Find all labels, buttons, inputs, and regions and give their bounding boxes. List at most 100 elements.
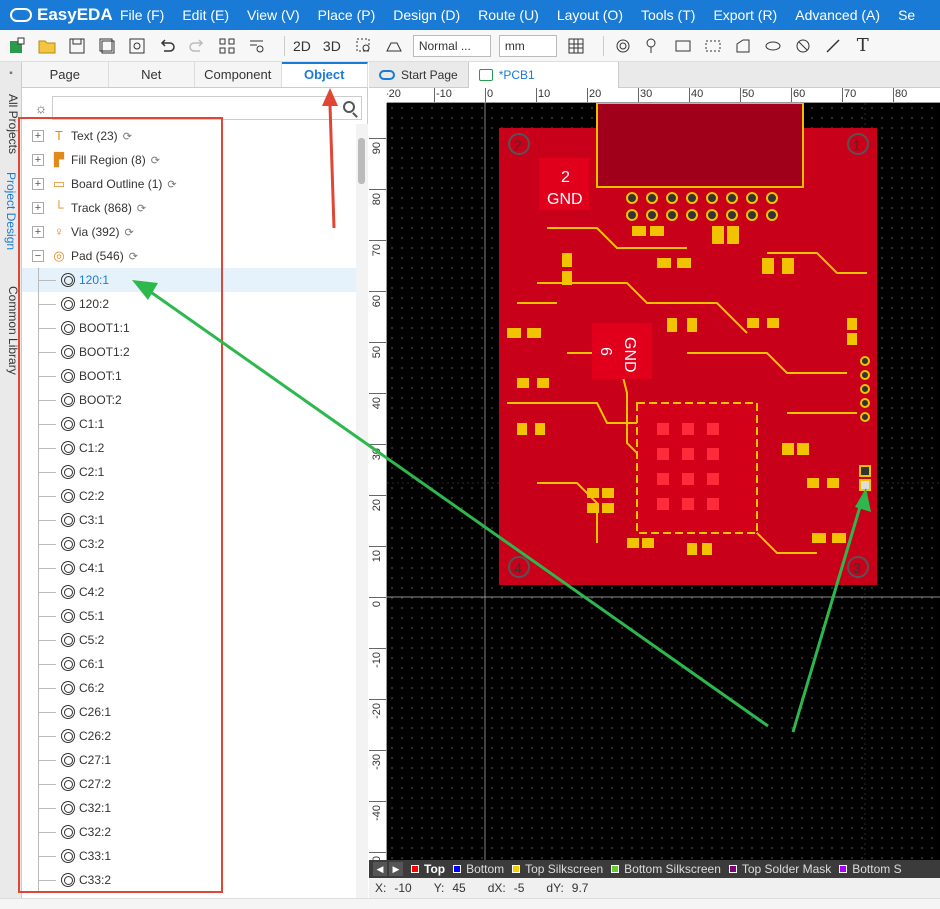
side-tab-common-library[interactable]: Common Library [2, 286, 20, 375]
menu-place[interactable]: Place (P) [318, 7, 376, 23]
view-3d-button[interactable]: 3D [323, 38, 341, 54]
menu-edit[interactable]: Edit (E) [182, 7, 229, 23]
tree-pad-item[interactable]: C2:1 [22, 460, 356, 484]
layer-item[interactable]: Top [411, 862, 445, 876]
select-area-icon[interactable] [702, 35, 724, 57]
save-icon[interactable] [66, 35, 88, 57]
tree-pad-item[interactable]: C33:1 [22, 844, 356, 868]
scrollbar-thumb[interactable] [358, 138, 365, 184]
menu-view[interactable]: View (V) [247, 7, 300, 23]
text-tool-icon[interactable]: T [852, 35, 874, 57]
search-list-icon[interactable] [246, 35, 268, 57]
tree-pad-item[interactable]: C1:1 [22, 412, 356, 436]
tree-pad-item[interactable]: C26:1 [22, 700, 356, 724]
layer-item[interactable]: Bottom S [839, 862, 902, 876]
tree-pad-item[interactable]: C32:1 [22, 796, 356, 820]
tree-pad-item[interactable]: C5:2 [22, 628, 356, 652]
layer-prev-button[interactable]: ◀ [373, 862, 387, 876]
tab-object[interactable]: Object [281, 62, 368, 87]
expand-toggle-icon[interactable]: − [32, 250, 44, 262]
tree-pad-item[interactable]: BOOT1:1 [22, 316, 356, 340]
expand-toggle-icon[interactable]: + [32, 226, 44, 238]
tree-category[interactable]: − ◎ Pad (546) ⟳ [22, 244, 356, 268]
tree-scrollbar[interactable] [356, 124, 368, 909]
layer-item[interactable]: Bottom [453, 862, 504, 876]
expand-toggle-icon[interactable]: + [32, 130, 44, 142]
view-2d-button[interactable]: 2D [293, 38, 311, 54]
lightbulb-icon[interactable]: ☼ [30, 100, 52, 116]
tab-start-page[interactable]: Start Page [369, 62, 469, 88]
layer-item[interactable]: Top Solder Mask [728, 862, 831, 876]
new-icon[interactable] [6, 35, 28, 57]
grid-icon[interactable] [565, 35, 587, 57]
menu-file[interactable]: File (F) [120, 7, 164, 23]
menu-route[interactable]: Route (U) [478, 7, 539, 23]
search-icon[interactable] [343, 101, 355, 113]
refresh-icon[interactable]: ⟳ [129, 250, 138, 263]
tree-pad-item[interactable]: C27:1 [22, 748, 356, 772]
tree-pad-item[interactable]: C33:2 [22, 868, 356, 892]
tree-pad-item[interactable]: C5:1 [22, 604, 356, 628]
tree-pad-item[interactable]: C26:2 [22, 724, 356, 748]
menu-design[interactable]: Design (D) [393, 7, 460, 23]
menu-advanced[interactable]: Advanced (A) [795, 7, 880, 23]
side-tab-all-projects[interactable]: All Projects [2, 94, 20, 154]
via-tool-icon[interactable] [642, 35, 664, 57]
tab-pcb1[interactable]: *PCB1 [468, 62, 619, 88]
tree-pad-item[interactable]: BOOT1:2 [22, 340, 356, 364]
pin-icon[interactable]: ▪ [2, 68, 20, 84]
tree-pad-item[interactable]: C6:1 [22, 652, 356, 676]
pcb-canvas[interactable]: 2 1 4 3 2 GND GND 6 [387, 103, 940, 860]
zoom-select-icon[interactable] [353, 35, 375, 57]
tree-pad-item[interactable]: BOOT:1 [22, 364, 356, 388]
object-search-input[interactable] [52, 96, 362, 120]
side-tab-project-design[interactable]: Project Design [2, 172, 20, 251]
menu-layout[interactable]: Layout (O) [557, 7, 623, 23]
tree-pad-item[interactable]: C4:1 [22, 556, 356, 580]
refresh-icon[interactable]: ⟳ [151, 154, 160, 167]
pad-tool-icon[interactable] [612, 35, 634, 57]
tab-page[interactable]: Page [22, 62, 109, 87]
photo-view-icon[interactable] [383, 35, 405, 57]
refresh-icon[interactable]: ⟳ [124, 226, 133, 239]
open-folder-icon[interactable] [36, 35, 58, 57]
easyeda-logo[interactable]: EasyEDA [0, 5, 120, 25]
tree-pad-item[interactable]: C32:2 [22, 820, 356, 844]
pcb-board[interactable]: 2 1 4 3 2 GND GND 6 [387, 103, 940, 860]
line-style-select[interactable]: Normal ... [412, 34, 491, 57]
tree-pad-item[interactable]: C3:2 [22, 532, 356, 556]
component-tool-icon[interactable] [672, 35, 694, 57]
polygon-tool-icon[interactable] [732, 35, 754, 57]
tree-category[interactable]: + ▛ Fill Region (8) ⟳ [22, 148, 356, 172]
document-settings-icon[interactable] [126, 35, 148, 57]
expand-toggle-icon[interactable]: + [32, 154, 44, 166]
refresh-icon[interactable]: ⟳ [123, 130, 132, 143]
undo-icon[interactable] [156, 35, 178, 57]
no-connect-icon[interactable] [792, 35, 814, 57]
expand-toggle-icon[interactable]: + [32, 202, 44, 214]
tree-pad-item[interactable]: BOOT:2 [22, 388, 356, 412]
line-tool-icon[interactable] [822, 35, 844, 57]
refresh-icon[interactable]: ⟳ [137, 202, 146, 215]
tree-category[interactable]: + └ Track (868) ⟳ [22, 196, 356, 220]
layer-next-button[interactable]: ▶ [389, 862, 403, 876]
tree-pad-item[interactable]: C27:2 [22, 772, 356, 796]
refresh-icon[interactable]: ⟳ [167, 178, 176, 191]
expand-toggle-icon[interactable]: + [32, 178, 44, 190]
tree-pad-item[interactable]: C4:2 [22, 580, 356, 604]
tree-pad-item[interactable]: 120:1 [22, 268, 356, 292]
tab-net[interactable]: Net [109, 62, 195, 87]
tab-component[interactable]: Component [195, 62, 282, 87]
save-all-icon[interactable] [96, 35, 118, 57]
tree-pad-item[interactable]: C2:2 [22, 484, 356, 508]
unit-select[interactable]: mm [498, 34, 557, 57]
layer-item[interactable]: Bottom Silkscreen [611, 862, 721, 876]
tree-category[interactable]: + T Text (23) ⟳ [22, 124, 356, 148]
tree-pad-item[interactable]: C6:2 [22, 676, 356, 700]
components-grid-icon[interactable] [216, 35, 238, 57]
tree-category[interactable]: + ♀ Via (392) ⟳ [22, 220, 356, 244]
tree-pad-item[interactable]: C3:1 [22, 508, 356, 532]
layer-item[interactable]: Top Silkscreen [512, 862, 603, 876]
tree-pad-item[interactable]: C1:2 [22, 436, 356, 460]
tree-pad-item[interactable]: 120:2 [22, 292, 356, 316]
